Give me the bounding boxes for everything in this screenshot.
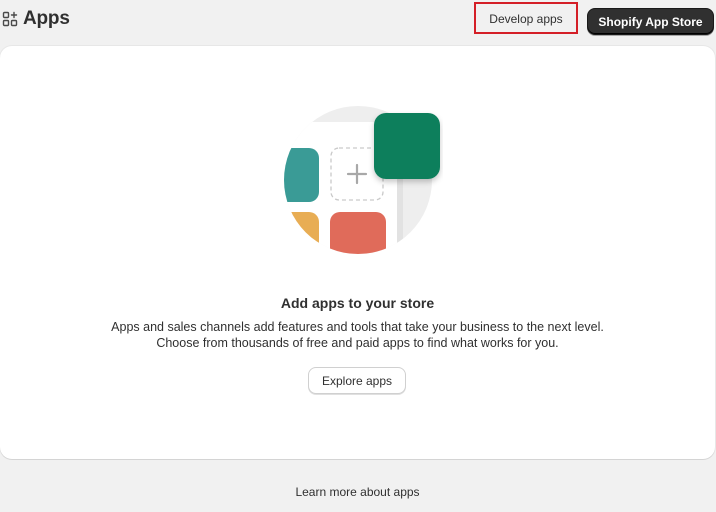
page-title: Apps bbox=[23, 8, 70, 29]
add-apps-illustration bbox=[283, 104, 443, 256]
develop-apps-button[interactable]: Develop apps bbox=[478, 6, 574, 32]
title-group: Apps bbox=[2, 8, 70, 30]
description-line-1: Apps and sales channels add features and… bbox=[111, 320, 604, 334]
description-line-2: Choose from thousands of free and paid a… bbox=[156, 336, 559, 350]
empty-state-card: Add apps to your store Apps and sales ch… bbox=[0, 46, 715, 459]
empty-state-description: Apps and sales channels add features and… bbox=[0, 319, 715, 351]
shopify-app-store-button[interactable]: Shopify App Store bbox=[587, 8, 714, 35]
apps-page: Apps Develop apps Shopify App Store Add … bbox=[0, 0, 716, 512]
empty-state-heading: Add apps to your store bbox=[280, 295, 435, 311]
learn-more-link[interactable]: Learn more about apps bbox=[0, 485, 715, 499]
apps-grid-icon bbox=[2, 11, 18, 27]
page-header: Apps Develop apps Shopify App Store bbox=[0, 0, 716, 44]
explore-apps-button[interactable]: Explore apps bbox=[308, 367, 406, 394]
